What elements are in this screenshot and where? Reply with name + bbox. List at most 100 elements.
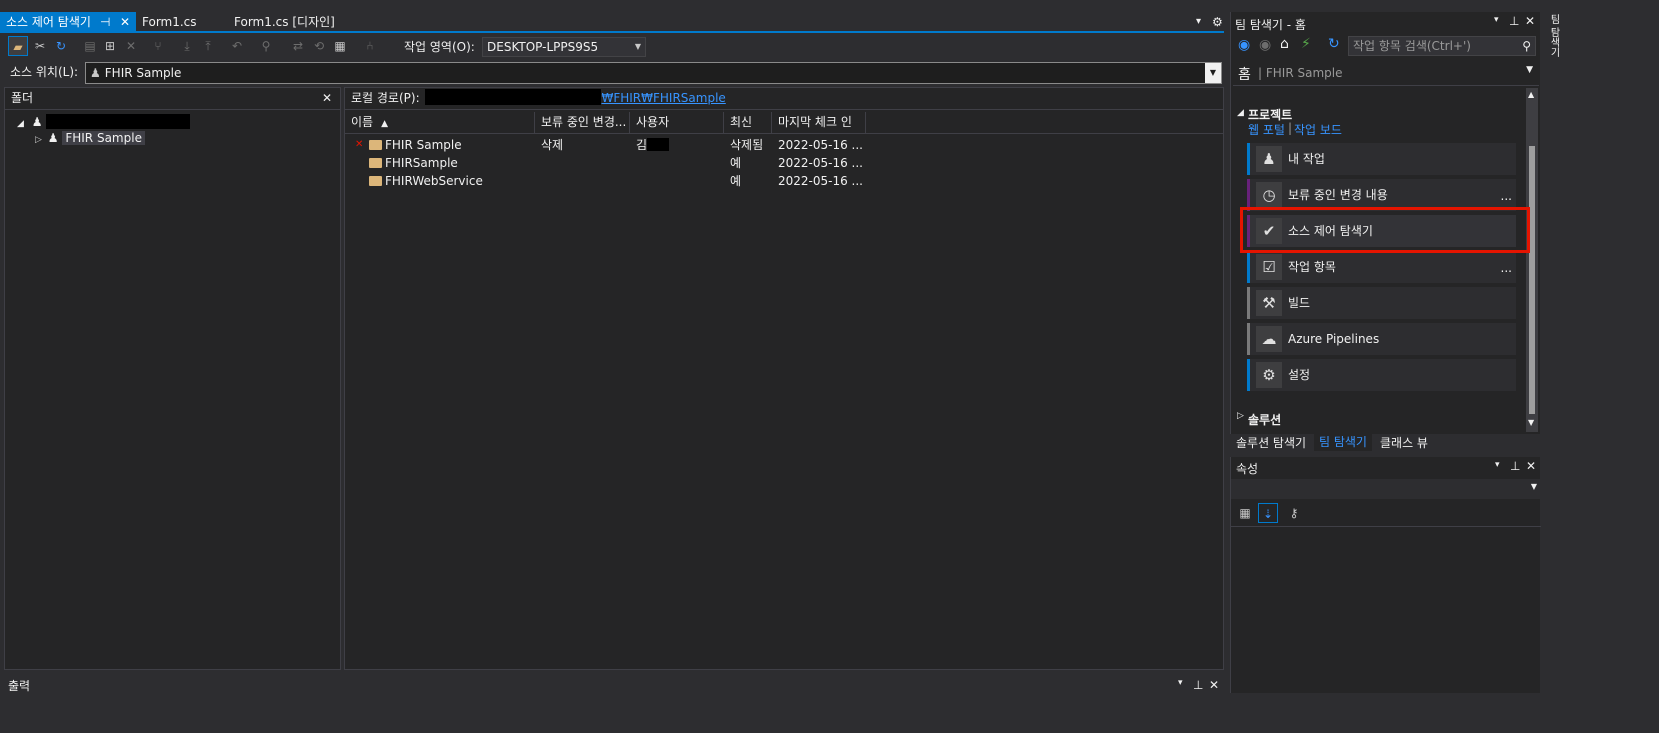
dropdown-icon[interactable]: ▾ [1495,460,1500,470]
local-path-bar: 로컬 경로(P): ₩FHIR₩FHIRSample [345,88,1223,110]
close-icon[interactable]: ✕ [120,12,130,32]
alphabetical-icon[interactable]: ⇣ [1258,503,1278,523]
ellipsis-icon[interactable]: ... [1501,189,1512,203]
nav-item-work-items[interactable]: ☑ 작업 항목 ... [1247,251,1516,283]
table-row[interactable]: FHIRWebService 예 2022-05-16 ... [345,172,1223,190]
tab-form1-designer[interactable]: Form1.cs [디자인] [228,12,341,33]
nav-item-settings[interactable]: ⚙ 설정 [1247,359,1516,391]
categorized-icon[interactable]: ▦ [1235,503,1255,523]
collapsed-arrow-icon[interactable]: ▷ [1237,411,1244,421]
tree-item-label: FHIR Sample [62,131,145,145]
history-icon[interactable]: ⟲ [309,36,329,56]
sort-ascending-icon: ▲ [381,119,389,129]
build-icon: ⚒ [1256,290,1282,316]
web-portal-link[interactable]: 웹 포털 [1248,121,1285,138]
tab-source-control-explorer[interactable]: 소스 제어 탐색기 ⊣ ✕ [0,12,136,33]
column-latest[interactable]: 최신 [724,112,772,134]
back-icon[interactable]: ◉ [1238,37,1250,53]
scroll-up-icon[interactable]: ▲ [1528,90,1534,99]
branch-icon[interactable]: ⑂ [148,36,168,56]
gear-icon[interactable]: ⚙ [1212,12,1223,32]
close-icon[interactable]: ✕ [1525,14,1535,28]
property-pages-icon[interactable]: ⚷ [1284,503,1304,523]
view-icon[interactable]: ▦ [330,36,350,56]
server-icon: ♟ [31,115,43,129]
pin-icon[interactable]: ⊥ [1509,14,1519,28]
local-path-link[interactable]: ₩FHIR₩FHIRSample [601,91,725,105]
close-icon[interactable]: ✕ [1526,459,1536,473]
local-path-redacted [425,89,602,105]
ellipsis-icon[interactable]: ... [1501,261,1512,275]
home-icon[interactable]: ⌂ [1280,36,1289,52]
deleted-mark-icon: ✕ [355,139,364,150]
row-latest: 삭제됨 [730,138,764,152]
nav-item-azure-pipelines[interactable]: ☁ Azure Pipelines [1247,323,1516,355]
dropdown-icon[interactable]: ▾ [1178,678,1183,688]
expanded-arrow-icon[interactable]: ◢ [1237,108,1244,118]
link-separator: | [1288,121,1293,135]
new-folder-icon[interactable]: ▤ [80,36,100,56]
tree-item-fhir-sample[interactable]: ▷ ♟ FHIR Sample [35,130,145,146]
row-name: FHIRSample [385,156,458,170]
pin-icon[interactable]: ⊣ [100,12,110,32]
highlight-box [1240,207,1530,253]
refresh-icon[interactable]: ↻ [51,36,71,56]
scroll-down-icon[interactable]: ▼ [1528,418,1534,427]
column-user[interactable]: 사용자 [630,112,724,134]
chevron-down-icon[interactable]: ▼ [1205,63,1221,83]
row-checkin: 2022-05-16 ... [778,138,863,152]
column-name[interactable]: 이름 ▲ [345,112,535,134]
nav-item-builds[interactable]: ⚒ 빌드 [1247,287,1516,319]
output-title: 출력 [8,679,31,693]
work-item-search-input[interactable]: 작업 항목 검색(Ctrl+') ⚲ [1348,36,1536,56]
team-project-icon: ♟ [90,66,101,80]
team-explorer-strip-tab[interactable]: 팀 탐색기 [1546,14,1561,57]
chevron-down-icon: ▼ [1530,482,1537,491]
tab-form1-cs[interactable]: Form1.cs [136,12,203,33]
expanded-arrow-icon: ◢ [17,119,24,129]
search-icon[interactable]: ⚲ [1522,37,1531,55]
tab-list-dropdown-icon[interactable]: ▾ [1196,12,1201,32]
forward-icon[interactable]: ◉ [1259,37,1271,53]
tab-class-view[interactable]: 클래스 뷰 [1380,434,1428,452]
close-icon[interactable]: ✕ [322,88,332,109]
get-latest-icon[interactable]: ⤓ [177,36,197,56]
undo-icon[interactable]: ↶ [227,36,247,56]
chevron-down-icon: ▼ [1526,65,1533,75]
delete-icon[interactable]: ✕ [121,36,141,56]
dropdown-icon[interactable]: ▾ [1494,15,1499,25]
compare-icon[interactable]: ⚲ [256,36,276,56]
check-in-icon[interactable]: ⤒ [198,36,218,56]
tree-root[interactable]: ◢ ♟ [17,114,191,130]
nav-item-my-work[interactable]: ♟ 내 작업 [1247,143,1516,175]
tab-solution-explorer[interactable]: 솔루션 탐색기 [1236,434,1306,452]
scrollbar-thumb[interactable] [1529,146,1535,414]
pin-icon[interactable]: ⊥ [1510,459,1520,473]
scrollbar[interactable]: ▲ ▼ [1526,88,1538,432]
page-subtitle: | FHIR Sample [1258,66,1343,80]
table-row[interactable]: ✕ FHIR Sample 삭제 김 삭제됨 2022-05-16 ... [345,136,1223,154]
map-folder-icon[interactable]: ✂ [30,36,50,56]
table-row[interactable]: FHIRSample 예 2022-05-16 ... [345,154,1223,172]
pin-icon[interactable]: ⊥ [1193,678,1203,692]
task-board-link[interactable]: 작업 보드 [1294,121,1342,138]
object-select[interactable]: ▼ [1231,479,1541,499]
merge-icon[interactable]: ⇄ [288,36,308,56]
column-last-checkin[interactable]: 마지막 체크 인 [772,112,866,134]
workspace-value: DESKTOP-LPPS9S5 [487,40,599,54]
branch-options-icon[interactable]: ⑃ [360,36,380,56]
close-icon[interactable]: ✕ [1209,678,1219,692]
row-name: FHIRWebService [385,174,483,188]
server-name [46,114,191,129]
connect-icon[interactable]: ⚡ [1301,36,1311,52]
properties-title: 속성 [1236,462,1259,476]
workspace-select[interactable]: DESKTOP-LPPS9S5 ▼ [482,37,646,57]
folder-open-icon[interactable]: ▰ [8,36,28,56]
column-pending[interactable]: 보류 중인 변경... [535,112,630,134]
source-location-input[interactable]: ♟ FHIR Sample ▼ [85,62,1222,84]
add-items-icon[interactable]: ⊞ [100,36,120,56]
team-explorer-page-header[interactable]: 홈 | FHIR Sample ▼ [1233,62,1539,86]
tab-team-explorer[interactable]: 팀 탐색기 [1314,433,1372,451]
nav-item-label: Azure Pipelines [1288,332,1380,346]
refresh-icon[interactable]: ↻ [1328,36,1340,52]
